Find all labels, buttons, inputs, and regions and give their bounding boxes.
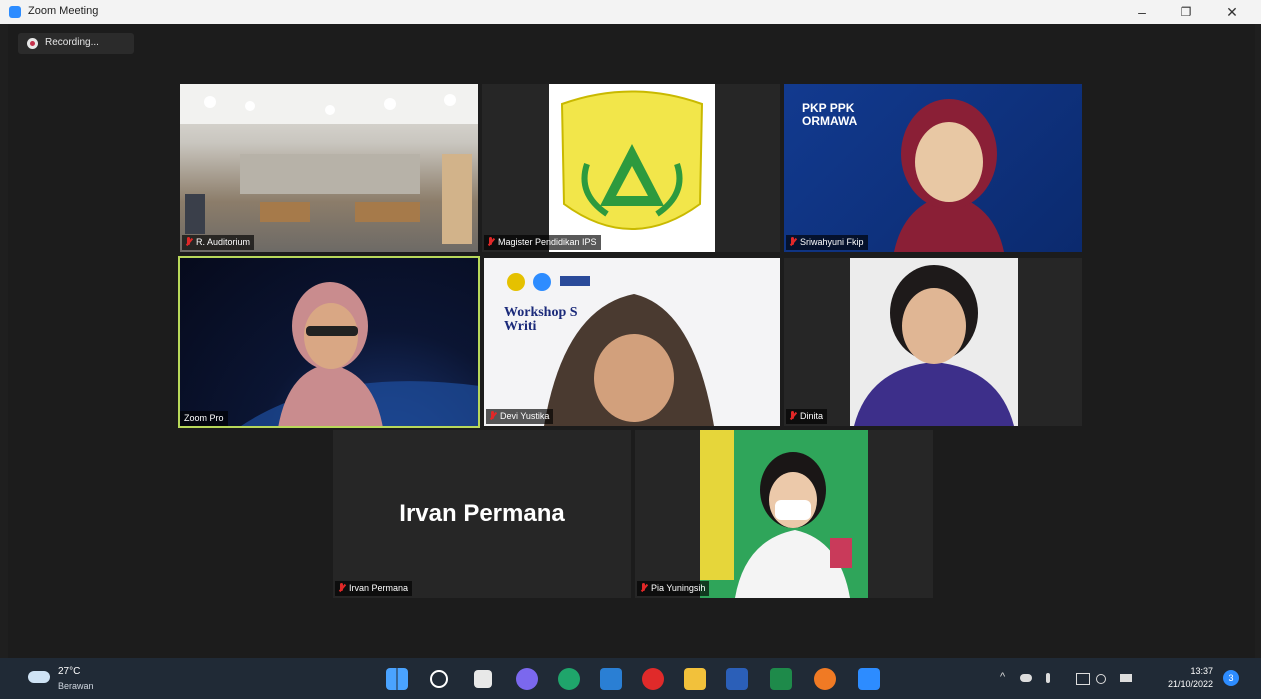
teams-chat-icon[interactable] [516, 668, 538, 690]
participant-name: Sriwahyuni Fkip [786, 235, 868, 250]
participant-name: Zoom Pro [180, 411, 228, 426]
mic-muted-icon [489, 411, 498, 422]
participant-name: Devi Yustika [486, 409, 554, 424]
mic-muted-icon [185, 237, 194, 248]
participant-display-name: Irvan Permana [399, 500, 565, 527]
search-icon[interactable] [430, 670, 448, 688]
participant-name: Irvan Permana [335, 581, 413, 596]
windows-taskbar: 27°C Berawan ^ 13:37 21/10/2022 3 [0, 658, 1261, 699]
participant-video [700, 430, 868, 598]
show-hidden-icons-icon[interactable]: ^ [1000, 671, 1005, 683]
recording-indicator[interactable]: Recording... [18, 33, 134, 54]
maximize-button[interactable]: ❐ [1166, 2, 1206, 22]
video-tile[interactable]: Pia Yuningsih [635, 430, 933, 598]
participant-video [850, 258, 1018, 426]
onedrive-icon[interactable] [1020, 674, 1032, 682]
mic-muted-icon [487, 237, 496, 248]
clock-date: 21/10/2022 [1167, 679, 1213, 689]
minimize-button[interactable]: – [1122, 2, 1162, 22]
task-view-icon[interactable] [474, 670, 492, 688]
excel-icon[interactable] [770, 668, 792, 690]
mic-muted-icon [338, 583, 347, 594]
participant-name: Magister Pendidikan IPS [484, 235, 601, 250]
auditorium-video [180, 84, 478, 244]
participant-video [238, 282, 480, 428]
zoom-app-icon [9, 6, 21, 18]
mic-muted-icon [640, 583, 649, 594]
video-tile[interactable]: Irvan Permana Irvan Permana [333, 430, 631, 598]
video-tile-active-speaker[interactable]: Zoom Pro [178, 256, 480, 428]
video-tile[interactable]: R. Auditorium [180, 84, 478, 252]
weather-temperature[interactable]: 27°C [58, 666, 80, 677]
weather-cloud-icon[interactable] [28, 671, 50, 683]
microphone-icon[interactable] [1046, 673, 1050, 683]
chrome-icon[interactable] [814, 668, 836, 690]
word-icon[interactable] [726, 668, 748, 690]
participant-name: Dinita [786, 409, 828, 424]
recording-icon [27, 38, 38, 49]
mic-muted-icon [789, 411, 798, 422]
clock-time: 13:37 [1190, 666, 1213, 676]
mail-icon[interactable] [600, 668, 622, 690]
video-tile[interactable]: Workshop S Writi Devi Yustika [484, 258, 780, 426]
battery-icon[interactable] [1120, 674, 1132, 682]
speaker-icon[interactable] [1096, 674, 1106, 684]
edge-browser-icon[interactable] [558, 668, 580, 690]
university-logo-image [549, 84, 715, 252]
system-clock[interactable]: 13:37 21/10/2022 [1168, 665, 1213, 691]
mic-muted-icon [789, 237, 798, 248]
zoom-taskbar-icon[interactable] [858, 668, 880, 690]
video-tile[interactable]: Dinita [784, 258, 1082, 426]
weather-description[interactable]: Berawan [58, 681, 94, 691]
display-icon[interactable] [1076, 673, 1090, 685]
video-tile[interactable]: Magister Pendidikan IPS [482, 84, 780, 252]
video-tile[interactable]: PKP PPK ORMAWA Sriwahyuni Fkip [784, 84, 1082, 252]
participant-name: Pia Yuningsih [637, 581, 710, 596]
window-title: Zoom Meeting [28, 5, 99, 17]
windows-start-icon[interactable] [386, 668, 408, 690]
title-bar: Zoom Meeting – ❐ ✕ [0, 0, 1261, 24]
notification-badge[interactable]: 3 [1223, 670, 1239, 686]
close-button[interactable]: ✕ [1212, 2, 1252, 22]
participant-name: R. Auditorium [182, 235, 255, 250]
recording-label: Recording... [45, 37, 99, 48]
file-explorer-icon[interactable] [684, 668, 706, 690]
participant-video [507, 273, 714, 426]
participant-video [894, 99, 1004, 252]
opera-browser-icon[interactable] [642, 668, 664, 690]
